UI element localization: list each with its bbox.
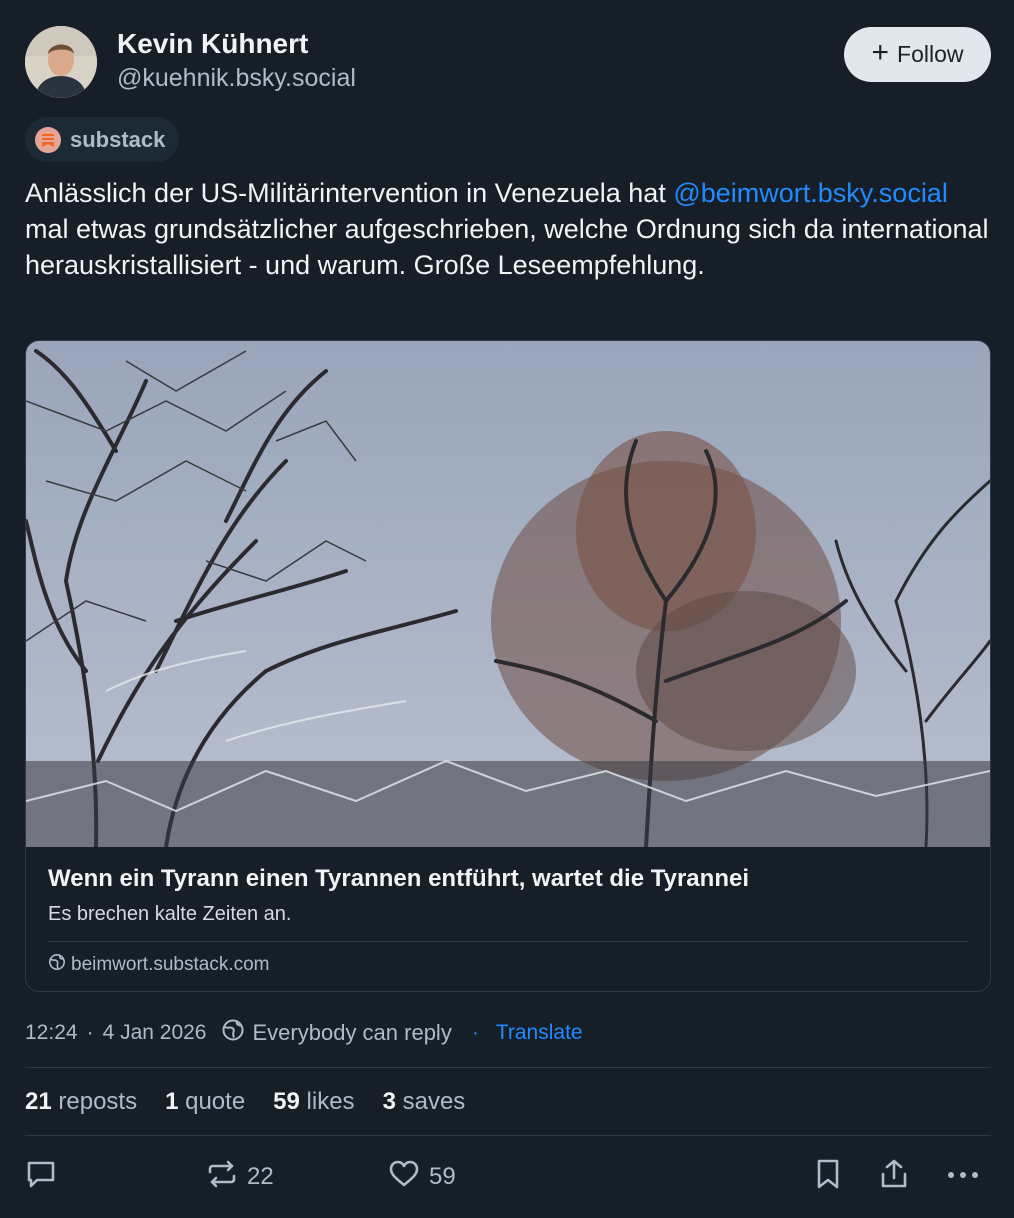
post-date: 4 Jan 2026: [102, 1021, 207, 1044]
reposts-count: 21: [25, 1088, 52, 1115]
repost-count: 22: [247, 1163, 274, 1190]
like-icon: [387, 1157, 421, 1198]
follow-button[interactable]: + Follow: [844, 27, 991, 82]
post-meta: 12:24 · 4 Jan 2026 Everybody can reply ·…: [25, 1018, 583, 1048]
like-button[interactable]: 59: [387, 1158, 456, 1196]
follow-button-label: Follow: [897, 41, 964, 67]
label-chip-text: substack: [70, 126, 166, 152]
embed-domain-text: beimwort.substack.com: [71, 954, 270, 975]
post-text-before: Anlässlich der US-Militärintervention in…: [25, 178, 674, 208]
more-options-button[interactable]: [945, 1158, 981, 1196]
substack-logo-icon: [35, 126, 61, 153]
divider: [25, 1067, 991, 1068]
share-icon: [877, 1157, 911, 1198]
globe-icon: [48, 953, 66, 977]
bookmark-icon: [813, 1157, 843, 1198]
plus-icon: +: [871, 36, 890, 69]
reply-button[interactable]: [24, 1158, 58, 1196]
author-handle[interactable]: @kuehnik.bsky.social: [117, 64, 356, 93]
label-chip[interactable]: substack: [25, 117, 180, 162]
link-embed-card[interactable]: Wenn ein Tyrann einen Tyrannen entführt,…: [25, 340, 991, 992]
share-button[interactable]: [877, 1158, 911, 1196]
meta-separator: ·: [86, 1021, 94, 1044]
likes-label: likes: [306, 1088, 355, 1115]
engagement-stats: 21 reposts 1 quote 59 likes 3 saves: [25, 1085, 493, 1119]
reply-setting[interactable]: Everybody can reply: [221, 1018, 452, 1048]
likes-stat[interactable]: 59 likes: [273, 1088, 354, 1116]
post-text: Anlässlich der US-Militärintervention in…: [25, 175, 995, 283]
saves-count: 3: [382, 1088, 396, 1115]
divider: [25, 1135, 991, 1136]
mention-link[interactable]: @beimwort.bsky.social: [673, 178, 947, 208]
author-display-name[interactable]: Kevin Kühnert: [117, 28, 308, 60]
bookmark-button[interactable]: [813, 1158, 843, 1196]
post-text-after: mal etwas grundsätzlicher aufgeschrieben…: [25, 214, 989, 280]
post-time: 12:24: [25, 1021, 78, 1044]
repost-button[interactable]: 22: [205, 1158, 274, 1196]
quotes-count: 1: [165, 1088, 179, 1115]
reposts-label: reposts: [58, 1088, 138, 1115]
quotes-stat[interactable]: 1 quote: [165, 1088, 245, 1116]
embed-divider: [48, 941, 968, 942]
embed-title: Wenn ein Tyrann einen Tyrannen entführt,…: [48, 865, 749, 892]
reply-icon: [24, 1157, 58, 1198]
quotes-label: quote: [185, 1088, 246, 1115]
saves-stat[interactable]: 3 saves: [383, 1088, 466, 1116]
embed-domain: beimwort.substack.com: [48, 953, 270, 977]
reply-setting-icon: [221, 1018, 245, 1048]
more-icon: [945, 1157, 981, 1198]
reposts-stat[interactable]: 21 reposts: [25, 1088, 137, 1116]
translate-separator: ·: [471, 1021, 479, 1044]
like-count: 59: [429, 1163, 456, 1190]
repost-icon: [205, 1157, 239, 1198]
embed-description: Es brechen kalte Zeiten an.: [48, 903, 292, 925]
likes-count: 59: [273, 1088, 300, 1115]
author-avatar[interactable]: [25, 26, 97, 98]
reply-setting-text: Everybody can reply: [252, 1020, 452, 1045]
embed-thumbnail-image: [26, 341, 990, 847]
saves-label: saves: [402, 1088, 466, 1115]
translate-link[interactable]: Translate: [496, 1021, 583, 1045]
